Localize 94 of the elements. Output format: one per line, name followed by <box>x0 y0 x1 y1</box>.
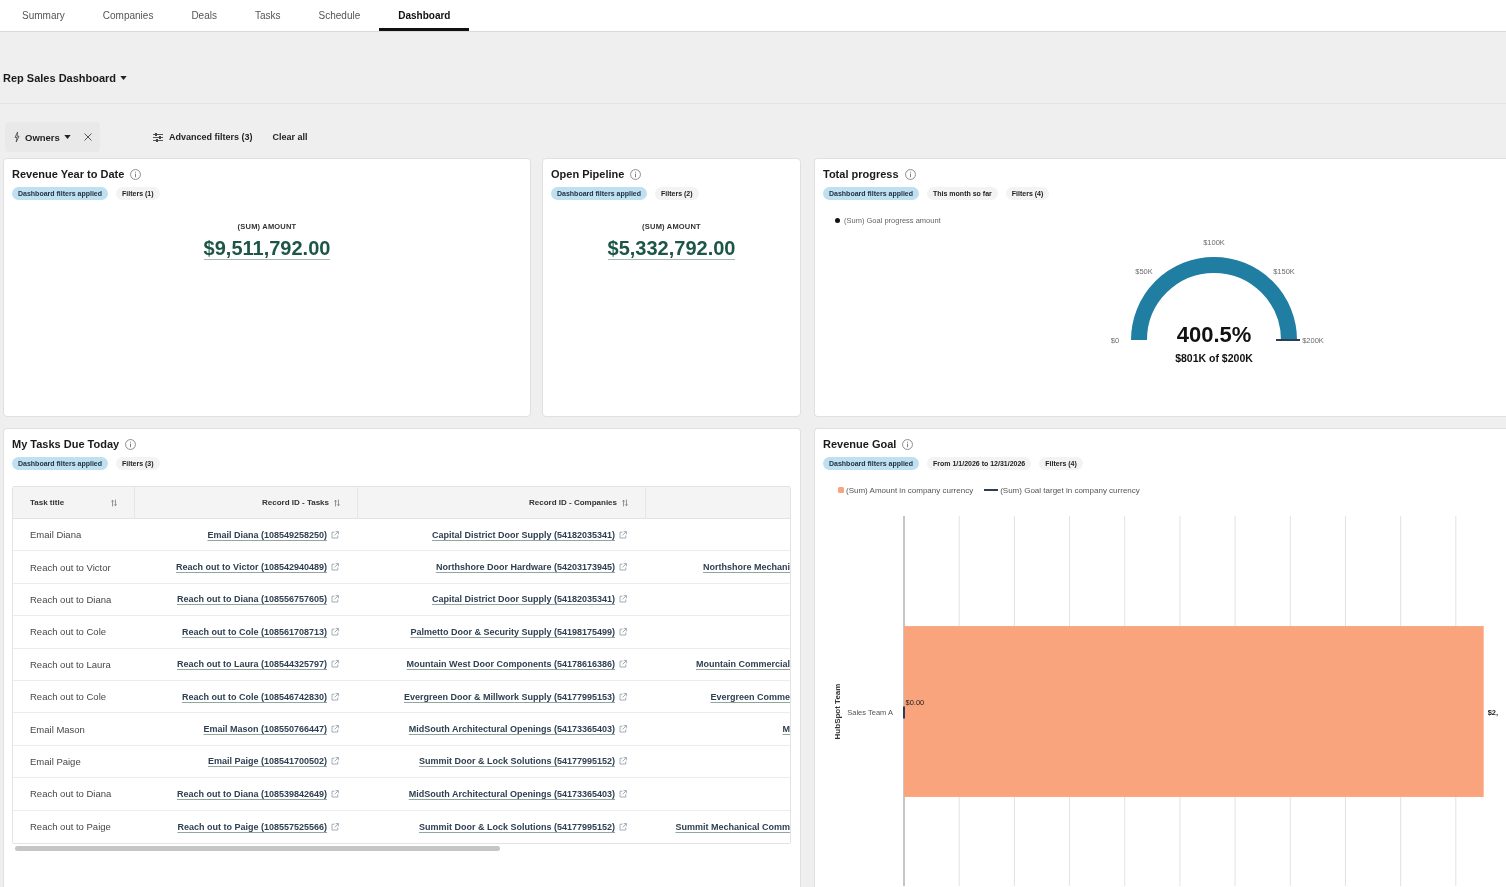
card-title: Open Pipeline <box>551 167 625 181</box>
clear-all-button[interactable]: Clear all <box>272 132 308 142</box>
record-link[interactable]: M <box>782 724 790 735</box>
record-link[interactable]: Summit Door & Lock Solutions (54177995152) <box>418 821 627 832</box>
gauge-summary: $801K of $200K <box>1174 352 1253 364</box>
info-icon[interactable] <box>125 438 137 450</box>
sort-icon <box>622 498 628 507</box>
goal-marker-icon <box>1275 339 1300 341</box>
card-title: Total progress <box>823 167 899 181</box>
record-link[interactable]: Reach out to Diana (108556757605) <box>176 594 339 605</box>
record-link[interactable]: Summit Mechanical Comm <box>675 821 790 832</box>
record-link[interactable]: Email Mason (108550766447) <box>203 724 339 735</box>
record-link[interactable]: Reach out to Paige (108557525566) <box>177 821 339 832</box>
external-link-icon <box>619 789 627 798</box>
external-link-icon <box>331 789 339 798</box>
table-cell-text: Reach out to Paige <box>29 820 112 835</box>
dashboard-selector[interactable]: Rep Sales Dashboard <box>3 71 128 85</box>
info-icon[interactable] <box>630 168 642 180</box>
gauge-percent: 400.5% <box>1176 322 1251 347</box>
record-link[interactable]: Reach out to Cole (108561708713) <box>181 626 339 637</box>
info-icon[interactable] <box>902 438 914 450</box>
tab[interactable]: Dashboard <box>379 0 470 31</box>
tab[interactable]: Schedule <box>299 0 380 31</box>
external-link-icon <box>619 725 627 734</box>
external-link-icon <box>619 627 627 636</box>
advanced-filters-button[interactable]: Advanced filters (3) <box>153 132 253 142</box>
external-link-icon <box>331 692 339 701</box>
tab[interactable]: Companies <box>83 0 173 31</box>
legend-dot-icon <box>835 217 840 223</box>
record-link[interactable]: Reach out to Victor (108542940489) <box>176 562 339 573</box>
metric-value[interactable]: $9,511,792.00 <box>203 237 331 260</box>
record-link[interactable]: Summit Door & Lock Solutions (54177995152) <box>418 756 627 767</box>
table-cell-text: Email Diana <box>29 528 83 543</box>
table-cell-text: Reach out to Cole <box>29 625 108 640</box>
record-link[interactable]: MidSouth Architectural Openings (54173365403) <box>408 788 627 799</box>
record-link[interactable]: MidSouth Architectural Openings (54173365403) <box>408 724 627 735</box>
table-cell-text: Reach out to Diana <box>29 592 113 607</box>
owners-dropdown[interactable]: Owners <box>25 131 71 143</box>
external-link-icon <box>331 627 339 636</box>
card-title: Revenue Year to Date <box>12 167 125 181</box>
external-link-icon <box>619 660 627 669</box>
legend-label: (Sum) Amount in company currency <box>846 485 974 495</box>
external-link-icon <box>619 692 627 701</box>
sort-icon <box>111 498 117 507</box>
external-link-icon <box>619 757 627 766</box>
tab[interactable]: Tasks <box>235 0 300 31</box>
info-icon[interactable] <box>130 168 142 180</box>
legend-label: (Sum) Goal target in company currency <box>1000 485 1140 495</box>
metric-value[interactable]: $5,332,792.00 <box>607 237 736 260</box>
external-link-icon <box>619 530 627 539</box>
record-link[interactable]: Reach out to Diana (108539842649) <box>176 788 339 799</box>
external-link-icon <box>331 660 339 669</box>
scrollbar-thumb[interactable] <box>15 846 500 852</box>
caret-icon <box>120 76 128 80</box>
tab[interactable]: Deals <box>172 0 236 31</box>
record-link[interactable]: Northshore Mechani <box>703 562 790 573</box>
external-link-icon <box>619 595 627 604</box>
table-cell-text: Email Paige <box>29 754 82 769</box>
external-link-icon <box>331 757 339 766</box>
record-link[interactable]: Email Diana (108549258250) <box>207 529 339 540</box>
record-link[interactable]: Reach out to Cole (108546742830) <box>181 691 339 702</box>
record-link[interactable]: Evergreen Door & Millwork Supply (54177995153) <box>403 691 627 702</box>
record-link[interactable]: Capital District Door Supply (54182035341) <box>431 529 627 540</box>
caret-icon <box>63 135 71 139</box>
close-icon <box>84 133 92 141</box>
record-link[interactable]: Evergreen Comme <box>710 691 790 702</box>
external-link-icon <box>331 822 339 831</box>
table-cell-text: Reach out to Cole <box>29 690 108 705</box>
external-link-icon <box>331 563 339 572</box>
external-link-icon <box>619 563 627 572</box>
external-link-icon <box>331 725 339 734</box>
record-link[interactable]: Mountain Commercial <box>696 659 790 670</box>
external-link-icon <box>331 595 339 604</box>
table-cell-text: Reach out to Laura <box>29 657 112 672</box>
sort-icon <box>334 498 340 507</box>
record-link[interactable]: Northshore Door Hardware (54203173945) <box>435 562 627 573</box>
card-title: My Tasks Due Today <box>12 437 120 451</box>
record-link[interactable]: Capital District Door Supply (54182035341) <box>431 594 627 605</box>
record-link[interactable]: Mountain West Door Components (54178616386) <box>406 659 627 670</box>
bolt-icon <box>14 132 20 142</box>
record-link[interactable]: Palmetto Door & Security Supply (54198175499) <box>410 626 627 637</box>
record-link[interactable]: Email Paige (108541700502) <box>207 756 339 767</box>
remove-filter-button[interactable] <box>84 133 92 141</box>
external-link-icon <box>331 530 339 539</box>
record-link[interactable]: Reach out to Laura (108544325797) <box>176 659 339 670</box>
card-title: Revenue Goal <box>823 437 897 451</box>
table-cell-text: Reach out to Diana <box>29 787 113 802</box>
table-cell-text: Reach out to Victor <box>29 560 112 575</box>
info-icon[interactable] <box>904 168 916 180</box>
axis-title: HubSpot Team <box>833 683 843 740</box>
tab[interactable]: Summary <box>3 0 84 31</box>
external-link-icon <box>619 822 627 831</box>
table-cell-text: Email Mason <box>29 722 86 737</box>
sliders-icon <box>153 132 163 142</box>
